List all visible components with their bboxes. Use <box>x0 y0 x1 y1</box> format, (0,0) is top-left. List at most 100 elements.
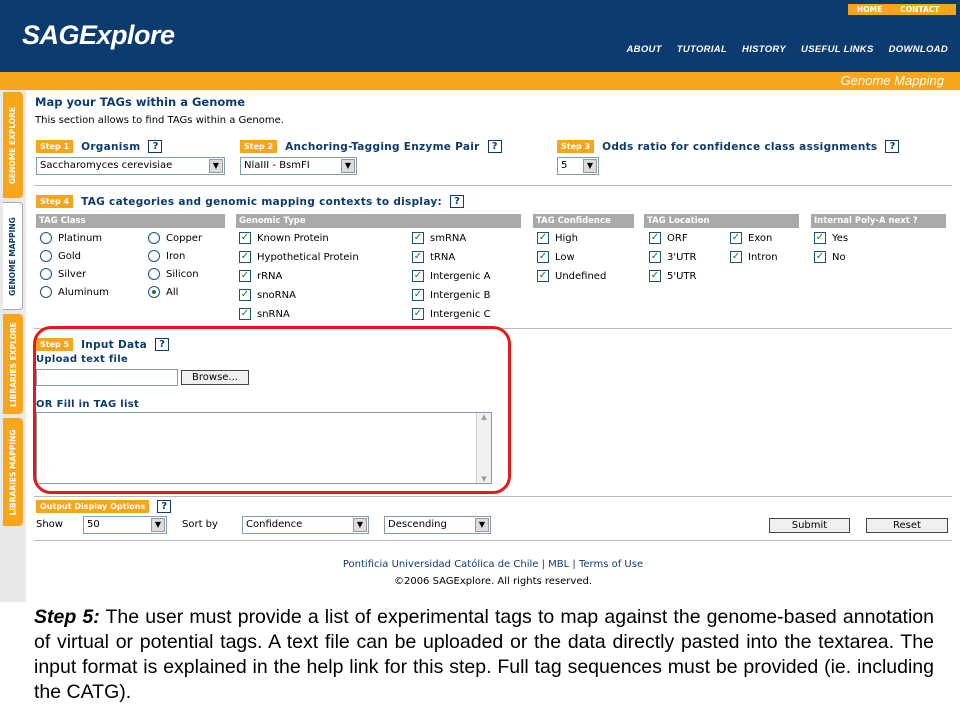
radio-platinum[interactable]: Platinum <box>40 232 102 244</box>
radio-gold[interactable]: Gold <box>40 250 81 262</box>
checkmark-icon[interactable]: ✓ <box>412 251 424 263</box>
organism-select[interactable]: Saccharomyces cerevisiae ▼ <box>36 157 225 175</box>
checkmark-icon[interactable]: ✓ <box>649 251 661 263</box>
footer-link-university[interactable]: Pontificia Universidad Católica de Chile <box>343 559 539 570</box>
radio-button-selected[interactable] <box>148 286 160 298</box>
checkbox-low[interactable]: ✓ Low <box>537 251 575 263</box>
sort-select[interactable]: Confidence ▼ <box>242 516 369 534</box>
nav-download[interactable]: DOWNLOAD <box>889 44 948 55</box>
checkmark-icon[interactable]: ✓ <box>239 308 251 320</box>
radio-button[interactable] <box>40 268 52 280</box>
checkbox-no[interactable]: ✓ No <box>814 251 846 263</box>
checkbox-3utr[interactable]: ✓ 3'UTR <box>649 251 697 263</box>
checkmark-icon[interactable]: ✓ <box>239 289 251 301</box>
checkbox-undefined[interactable]: ✓ Undefined <box>537 270 606 282</box>
checkmark-icon[interactable]: ✓ <box>239 251 251 263</box>
radio-copper[interactable]: Copper <box>148 232 202 244</box>
checkmark-icon[interactable]: ✓ <box>814 251 826 263</box>
footer-link-terms[interactable]: Terms of Use <box>579 559 643 570</box>
tag-confidence-header: TAG Confidence <box>533 214 634 228</box>
submit-button[interactable]: Submit <box>769 518 850 533</box>
radio-iron[interactable]: Iron <box>148 250 185 262</box>
home-link[interactable]: HOME <box>848 4 891 15</box>
tab-libraries-explore[interactable]: LIBRARIES EXPLORE <box>3 314 23 414</box>
nav-tutorial[interactable]: TUTORIAL <box>677 44 727 55</box>
step1-help-icon[interactable]: ? <box>148 140 163 153</box>
reset-button[interactable]: Reset <box>866 518 948 533</box>
step3-help-icon[interactable]: ? <box>885 140 900 153</box>
nav-useful-links[interactable]: USEFUL LINKS <box>801 44 874 55</box>
page-title: Map your TAGs within a Genome <box>35 95 246 109</box>
radio-silver[interactable]: Silver <box>40 268 86 280</box>
checkbox-rrna[interactable]: ✓ rRNA <box>239 270 282 282</box>
checkmark-icon[interactable]: ✓ <box>412 289 424 301</box>
order-select[interactable]: Descending ▼ <box>384 516 491 534</box>
polya-header: Internal Poly-A next ? <box>811 214 946 228</box>
checkmark-icon[interactable]: ✓ <box>239 270 251 282</box>
checkbox-snrna[interactable]: ✓ snRNA <box>239 308 290 320</box>
step2-help-icon[interactable]: ? <box>487 140 502 153</box>
tab-genome-mapping[interactable]: GENOME MAPPING <box>3 202 23 310</box>
step2-tag: Step 2 <box>240 140 278 153</box>
odds-ratio-select[interactable]: 5 ▼ <box>557 157 599 175</box>
checkbox-intron[interactable]: ✓ Intron <box>730 251 778 263</box>
checkbox-smrna[interactable]: ✓ smRNA <box>412 232 466 244</box>
tag-class-header: TAG Class <box>36 214 225 228</box>
footer-link-mbl[interactable]: MBL <box>548 559 569 570</box>
checkmark-icon[interactable]: ✓ <box>537 232 549 244</box>
checkbox-orf[interactable]: ✓ ORF <box>649 232 688 244</box>
radio-aluminum[interactable]: Aluminum <box>40 286 109 298</box>
enzyme-select[interactable]: NlaIII - BsmFI ▼ <box>240 157 357 175</box>
tab-genome-explore[interactable]: GENOME EXPLORE <box>3 92 23 198</box>
checkmark-icon[interactable]: ✓ <box>412 232 424 244</box>
show-select[interactable]: 50 ▼ <box>83 516 167 534</box>
app-frame: SAGExplore HOME CONTACT ABOUT TUTORIAL H… <box>0 0 960 602</box>
checkmark-icon[interactable]: ✓ <box>649 270 661 282</box>
checkmark-icon[interactable]: ✓ <box>730 232 742 244</box>
checkbox-yes[interactable]: ✓ Yes <box>814 232 848 244</box>
checkmark-icon[interactable]: ✓ <box>537 270 549 282</box>
radio-button[interactable] <box>148 250 160 262</box>
radio-button[interactable] <box>40 250 52 262</box>
radio-all[interactable]: All <box>148 286 178 298</box>
checkbox-known-protein[interactable]: ✓ Known Protein <box>239 232 329 244</box>
nav-history[interactable]: HISTORY <box>742 44 786 55</box>
checkbox-hypothetical-protein[interactable]: ✓ Hypothetical Protein <box>239 251 359 263</box>
checkmark-icon[interactable]: ✓ <box>412 308 424 320</box>
radio-button[interactable] <box>40 286 52 298</box>
radio-button[interactable] <box>148 232 160 244</box>
nav-about[interactable]: ABOUT <box>627 44 662 55</box>
checkbox-5utr[interactable]: ✓ 5'UTR <box>649 270 697 282</box>
sort-label: Sort by <box>182 519 218 530</box>
step2-header: Step 2 Anchoring-Tagging Enzyme Pair ? <box>240 140 502 153</box>
radio-button[interactable] <box>148 268 160 280</box>
copyright: ©2006 SAGExplore. All rights reserved. <box>393 576 593 587</box>
checkmark-icon[interactable]: ✓ <box>239 232 251 244</box>
checkbox-intergenic-c[interactable]: ✓ Intergenic C <box>412 308 491 320</box>
checkmark-icon[interactable]: ✓ <box>412 270 424 282</box>
checkbox-intergenic-b[interactable]: ✓ Intergenic B <box>412 289 490 301</box>
checkmark-icon[interactable]: ✓ <box>537 251 549 263</box>
radio-button[interactable] <box>40 232 52 244</box>
contact-link[interactable]: CONTACT <box>891 4 948 15</box>
checkbox-high[interactable]: ✓ High <box>537 232 578 244</box>
checkbox-trna[interactable]: ✓ tRNA <box>412 251 455 263</box>
slide-caption: Step 5: The user must provide a list of … <box>34 605 934 705</box>
step3-label: Odds ratio for confidence class assignme… <box>602 140 878 153</box>
checkbox-exon[interactable]: ✓ Exon <box>730 232 772 244</box>
checkbox-snorna[interactable]: ✓ snoRNA <box>239 289 296 301</box>
tab-libraries-mapping[interactable]: LIBRARIES MAPPING <box>3 418 23 526</box>
checkmark-icon[interactable]: ✓ <box>649 232 661 244</box>
main-content: Map your TAGs within a Genome This secti… <box>26 90 960 602</box>
output-help-icon[interactable]: ? <box>157 500 172 513</box>
radio-silicon[interactable]: Silicon <box>148 268 199 280</box>
checkmark-icon[interactable]: ✓ <box>730 251 742 263</box>
checkbox-intergenic-a[interactable]: ✓ Intergenic A <box>412 270 490 282</box>
step4-label: TAG categories and genomic mapping conte… <box>81 195 443 208</box>
step4-tag: Step 4 <box>36 195 74 208</box>
step4-help-icon[interactable]: ? <box>450 195 465 208</box>
checkmark-icon[interactable]: ✓ <box>814 232 826 244</box>
top-links: HOME CONTACT <box>848 4 956 15</box>
footer-links: Pontificia Universidad Católica de Chile… <box>26 559 960 570</box>
logo[interactable]: SAGExplore <box>22 20 175 51</box>
